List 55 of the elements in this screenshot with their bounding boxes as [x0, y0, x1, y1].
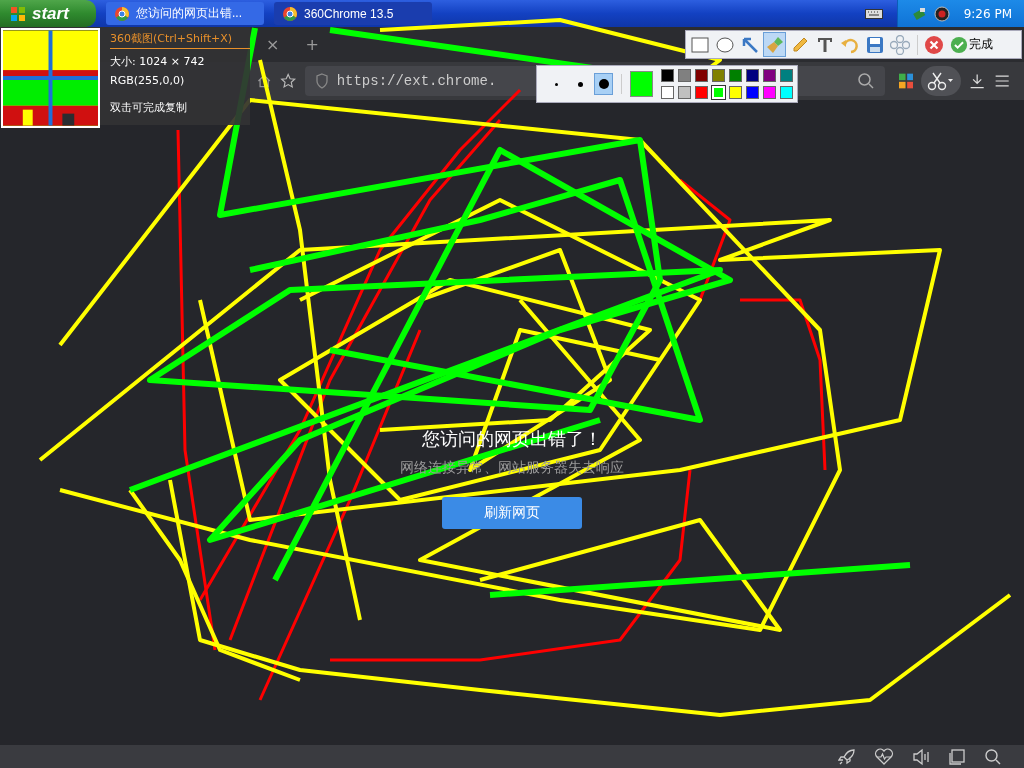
browser-logo-icon — [282, 5, 298, 22]
color-swatch[interactable] — [763, 69, 776, 82]
color-swatch[interactable] — [695, 86, 708, 99]
color-swatch[interactable] — [780, 86, 793, 99]
pencil-icon — [790, 35, 809, 54]
color-swatch[interactable] — [729, 69, 742, 82]
color-swatch[interactable] — [763, 86, 776, 99]
keyboard-icon[interactable] — [864, 8, 883, 19]
tab-close-button[interactable]: × — [266, 35, 280, 54]
new-tab-button[interactable]: + — [305, 35, 319, 54]
search-icon[interactable] — [984, 747, 1002, 766]
pixel-color-value: RGB(255,0,0) — [110, 74, 186, 87]
color-swatch[interactable] — [678, 86, 691, 99]
ellipse-icon — [715, 36, 734, 53]
rocket-icon[interactable] — [838, 747, 856, 766]
close-icon[interactable] — [924, 34, 944, 55]
start-button[interactable]: start — [0, 0, 96, 27]
color-swatch[interactable] — [678, 69, 691, 82]
dot-icon — [598, 79, 609, 89]
taskbar-button[interactable]: 您访问的网页出错... — [106, 2, 264, 25]
search-icon[interactable] — [856, 72, 875, 90]
browser-logo-icon — [114, 5, 130, 22]
arrow-icon — [740, 35, 759, 54]
copy-hint: 双击可完成复制 — [110, 100, 188, 115]
done-button[interactable]: 完成 — [950, 35, 993, 54]
brush-size-button[interactable] — [593, 73, 614, 95]
windows-flag-icon — [10, 5, 26, 22]
text-tool-icon — [815, 35, 834, 54]
color-swatch[interactable] — [746, 69, 759, 82]
apps-grid-icon[interactable] — [898, 72, 914, 90]
refresh-button[interactable]: 刷新网页 — [442, 497, 582, 529]
color-swatch[interactable] — [746, 86, 759, 99]
window-icon[interactable] — [948, 747, 966, 766]
clock: 9:26 PM — [963, 6, 1012, 21]
taskbar-button[interactable]: 360Chrome 13.5 — [274, 2, 432, 25]
capture-size: 大小: 1024 × 742 — [110, 54, 206, 69]
color-swatch[interactable] — [661, 69, 674, 82]
speaker-icon[interactable] — [912, 747, 930, 766]
heart-pulse-icon[interactable] — [874, 747, 894, 766]
flower-icon — [889, 34, 910, 55]
rectangle-icon — [690, 36, 709, 53]
scissors-icon — [927, 71, 956, 91]
color-swatch[interactable] — [729, 86, 742, 99]
color-swatch[interactable] — [661, 86, 674, 99]
color-swatch[interactable] — [780, 69, 793, 82]
color-swatch[interactable] — [712, 69, 725, 82]
star-icon[interactable] — [280, 71, 297, 91]
download-icon[interactable] — [969, 71, 986, 91]
color-swatch[interactable] — [695, 69, 708, 82]
dot-icon — [555, 82, 559, 86]
capture-title: 360截图(Ctrl+Shift+X) — [110, 31, 250, 49]
dot-icon — [577, 81, 583, 87]
url-text: https://ext.chrome. — [336, 73, 497, 89]
screenshot-button[interactable] — [921, 66, 962, 96]
checkmark-icon — [950, 35, 968, 54]
